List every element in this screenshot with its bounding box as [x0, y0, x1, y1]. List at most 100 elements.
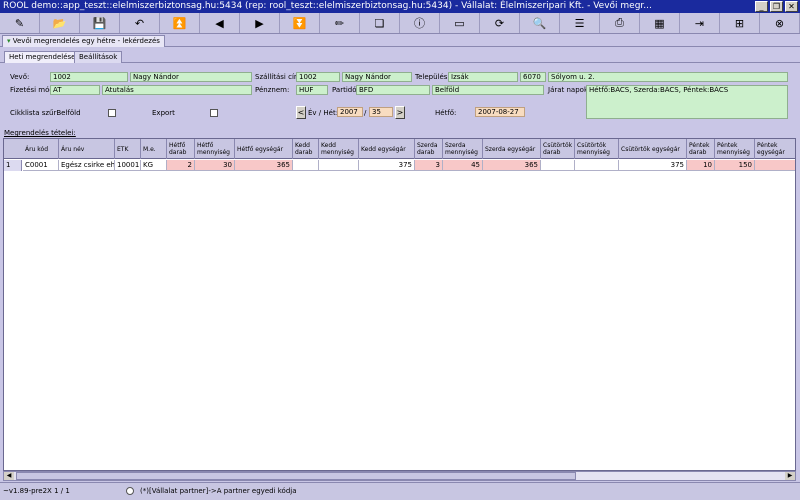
column-header[interactable]: Kedd darab: [293, 139, 319, 159]
column-header[interactable]: Csütörtök mennyiség: [575, 139, 619, 159]
table-cell[interactable]: 375: [359, 160, 415, 171]
prev-week-button[interactable]: <: [296, 106, 306, 119]
szallitasi-code-field[interactable]: 1002: [296, 72, 340, 82]
column-header[interactable]: Kedd mennyiség: [319, 139, 359, 159]
column-header[interactable]: Péntek darab: [687, 139, 715, 159]
partido-name-field[interactable]: Belföld: [432, 85, 544, 95]
toolbar: ✎ 📂 💾 ↶ ⏫ ◀ ▶ ⏬ ✏ ❏ ⓘ ▭ ⟳ 🔍 ☰ ⎙ ▦ ⇥ ⊞ ⊗: [0, 13, 800, 34]
column-header[interactable]: M.e.: [141, 139, 167, 159]
edit-button[interactable]: ✎: [0, 13, 40, 33]
print-icon: ⎙: [615, 16, 624, 29]
column-header[interactable]: Szerda darab: [415, 139, 443, 159]
table-cell[interactable]: [541, 160, 575, 171]
export-button[interactable]: ⇥: [680, 13, 720, 33]
cim-field[interactable]: Sólyom u. 2.: [548, 72, 788, 82]
table-cell[interactable]: [319, 160, 359, 171]
column-header[interactable]: Hétfő mennyiség: [195, 139, 235, 159]
horizontal-scrollbar[interactable]: ◀ ▶: [3, 471, 796, 481]
table-cell[interactable]: C0001: [23, 160, 59, 171]
note-icon: ✏: [334, 16, 345, 30]
export-checkbox[interactable]: [210, 109, 218, 117]
minimize-button[interactable]: _: [755, 1, 768, 12]
fizetesi-mod-name-field[interactable]: Átutalás: [102, 85, 252, 95]
column-header[interactable]: Szerda mennyiség: [443, 139, 483, 159]
column-header[interactable]: Hétfő egységár: [235, 139, 293, 159]
refresh-icon: ⟳: [494, 16, 505, 30]
vevo-label: Vevő:: [10, 73, 30, 81]
table-cell[interactable]: 365: [235, 160, 293, 171]
szallitasi-name-field[interactable]: Nagy Nándor: [342, 72, 412, 82]
cikklista-checkbox[interactable]: [108, 109, 116, 117]
table-cell[interactable]: 10: [687, 160, 715, 171]
close-window-button[interactable]: ✕: [785, 1, 798, 12]
column-header[interactable]: Csütörtök darab: [541, 139, 575, 159]
vevo-name-field[interactable]: Nagy Nándor: [130, 72, 252, 82]
tab-beallitasok[interactable]: Beállítások: [74, 51, 123, 63]
print-button[interactable]: ⎙: [600, 13, 640, 33]
window-button[interactable]: ▭: [440, 13, 480, 33]
penznem-field[interactable]: HUF: [296, 85, 328, 95]
table-cell[interactable]: KG: [141, 160, 167, 171]
column-header[interactable]: Hétfő darab: [167, 139, 195, 159]
next-button[interactable]: ▶: [240, 13, 280, 33]
column-header[interactable]: Szerda egységár: [483, 139, 541, 159]
table-cell[interactable]: [293, 160, 319, 171]
module-tab[interactable]: ▾ Vevői megrendelés egy hétre - lekérdez…: [2, 35, 165, 47]
ev-field[interactable]: 2007: [337, 107, 363, 117]
restore-button[interactable]: ❐: [770, 1, 783, 12]
scroll-left-icon[interactable]: ◀: [4, 472, 14, 480]
export-icon: ⇥: [694, 16, 705, 30]
note-button[interactable]: ✏: [320, 13, 360, 33]
tab-heti-megrendelesek[interactable]: Heti megrendelések: [4, 51, 85, 63]
scroll-thumb[interactable]: [16, 472, 576, 480]
table-cell[interactable]: 30: [195, 160, 235, 171]
last-button[interactable]: ⏬: [280, 13, 320, 33]
table-cell[interactable]: 365: [483, 160, 541, 171]
table-cell[interactable]: Egész csirke eh.: [59, 160, 115, 171]
undo-button[interactable]: ↶: [120, 13, 160, 33]
copy-button[interactable]: ❏: [360, 13, 400, 33]
table-cell[interactable]: 10001: [115, 160, 141, 171]
info-button[interactable]: ⓘ: [400, 13, 440, 33]
copy-icon: ❏: [374, 16, 385, 30]
scroll-right-icon[interactable]: ▶: [785, 472, 795, 480]
table-cell[interactable]: 150: [715, 160, 755, 171]
export-label: Export: [152, 109, 175, 117]
next-week-button[interactable]: >: [395, 106, 405, 119]
irsz-field[interactable]: 6070: [520, 72, 546, 82]
table-cell[interactable]: [575, 160, 619, 171]
column-header[interactable]: Péntek egységár: [755, 139, 795, 159]
telepules-field[interactable]: Izsák: [448, 72, 518, 82]
jarat-napok-field[interactable]: Hétfő:BÁCS, Szerda:BÁCS, Péntek:BÁCS: [586, 85, 788, 119]
column-header[interactable]: Áru kód: [23, 139, 59, 159]
table-cell[interactable]: [755, 160, 795, 171]
search-button[interactable]: 🔍: [520, 13, 560, 33]
column-header[interactable]: Kedd egységár: [359, 139, 415, 159]
open-button[interactable]: 📂: [40, 13, 80, 33]
refresh-button[interactable]: ⟳: [480, 13, 520, 33]
table-cell[interactable]: 3: [415, 160, 443, 171]
list-button[interactable]: ☰: [560, 13, 600, 33]
table-cell[interactable]: 375: [619, 160, 687, 171]
window-title: ROOL demo::app_teszt::elelmiszerbiztonsa…: [3, 1, 652, 11]
table-row[interactable]: C0001 Egész csirke eh. 10001 KG 2 30 365 375 3 45…: [4, 160, 795, 171]
table-button[interactable]: ▦: [640, 13, 680, 33]
het-field[interactable]: 35: [369, 107, 393, 117]
column-header[interactable]: ETK: [115, 139, 141, 159]
table-cell[interactable]: 2: [167, 160, 195, 171]
prev-button[interactable]: ◀: [200, 13, 240, 33]
column-header[interactable]: Péntek mennyiség: [715, 139, 755, 159]
table-cell[interactable]: 45: [443, 160, 483, 171]
first-button[interactable]: ⏫: [160, 13, 200, 33]
close-button[interactable]: ⊗: [760, 13, 800, 33]
list-icon: ☰: [574, 16, 585, 30]
hetfo-date-field[interactable]: 2007-08-27: [475, 107, 525, 117]
grid-button[interactable]: ⊞: [720, 13, 760, 33]
save-button[interactable]: 💾: [80, 13, 120, 33]
status-radio[interactable]: [126, 487, 134, 495]
partido-code-field[interactable]: BFD: [356, 85, 430, 95]
column-header[interactable]: Csütörtök egységár: [619, 139, 687, 159]
column-header[interactable]: Áru név: [59, 139, 115, 159]
vevo-code-field[interactable]: 1002: [50, 72, 128, 82]
fizetesi-mod-code-field[interactable]: AT: [50, 85, 100, 95]
